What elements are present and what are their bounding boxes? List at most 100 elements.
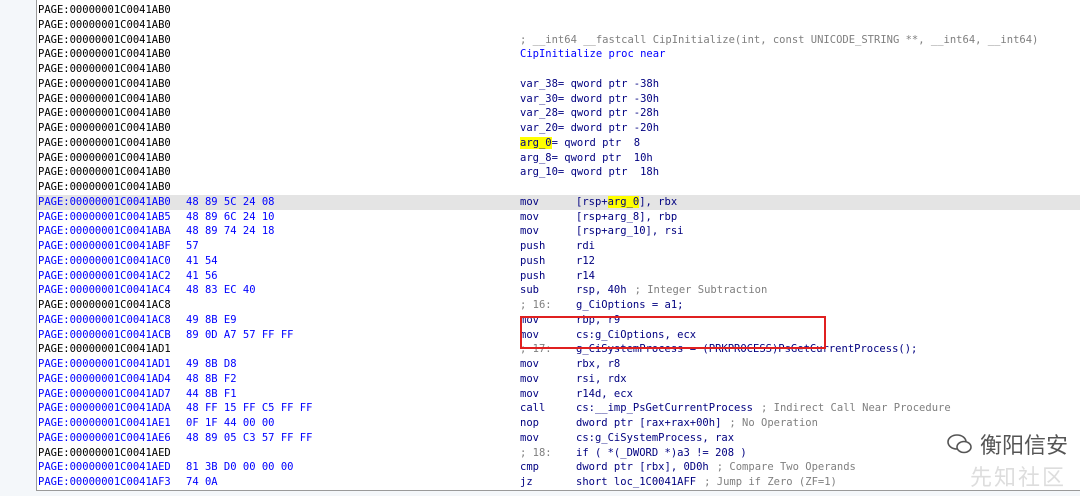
listing-row[interactable]: PAGE:00000001C0041AC8 ; 16: g_CiOptions = … <box>37 298 1080 313</box>
mnemonic: mov <box>520 387 539 400</box>
operand-text: r12 <box>576 254 595 267</box>
operand-text: dword ptr [rbx], 0D0h <box>576 461 709 474</box>
address: PAGE:00000001C0041AC2 <box>38 269 171 282</box>
comment: ; Integer Subtraction <box>634 284 768 297</box>
listing-row[interactable]: PAGE:00000001C0041AB0 var_30= dword ptr -… <box>37 92 1080 107</box>
operand-text: rbx, r8 <box>576 358 621 370</box>
listing-text: arg_0= qword ptr 8 <box>520 136 641 149</box>
operand: dword ptr [rbx], 0D0h ; Compare Two Opera… <box>576 460 856 475</box>
mnemonic: sub <box>520 284 539 297</box>
listing-row[interactable]: PAGE:00000001C0041AB0 CipInitialize proc … <box>37 47 1080 62</box>
address: PAGE:00000001C0041AED <box>38 461 171 474</box>
operand-text: r14d, ecx <box>576 387 633 400</box>
address: PAGE:00000001C0041AB0 <box>38 18 171 31</box>
listing-row[interactable]: PAGE:00000001C0041AC2 41 56 push r14 <box>37 269 1080 284</box>
listing-row[interactable]: PAGE:00000001C0041AD4 48 8B F2 mov rsi, rdx <box>37 372 1080 387</box>
listing-row[interactable]: PAGE:00000001C0041AC4 48 83 EC 40 sub rsp, … <box>37 283 1080 298</box>
opcode-bytes: 49 8B E9 <box>186 313 237 326</box>
address: PAGE:00000001C0041AD1 <box>38 358 171 370</box>
listing-row[interactable]: PAGE:00000001C0041AED 81 3B D0 00 00 00 cm… <box>37 460 1080 475</box>
opcode-bytes: 57 <box>186 240 199 252</box>
operand-text: cs:g_CiSystemProcess, rax <box>576 431 735 444</box>
opcode-bytes: 81 3B D0 00 00 00 <box>186 461 294 474</box>
operand-text: rsp, 40h <box>576 284 627 297</box>
wechat-icon <box>946 433 974 455</box>
address: PAGE:00000001C0041AE1 <box>38 417 171 429</box>
address: PAGE:00000001C0041AD1 <box>38 343 171 356</box>
listing-row[interactable]: PAGE:00000001C0041AB0 arg_10= qword ptr 1… <box>37 165 1080 180</box>
operand-text: [rsp+arg_10], rsi <box>576 225 684 238</box>
listing-row[interactable]: PAGE:00000001C0041AF3 74 0A jz short loc_1C… <box>37 475 1080 490</box>
listing-row[interactable]: PAGE:00000001C0041ABA 48 89 74 24 18 mov [r… <box>37 224 1080 239</box>
operand: r12 <box>576 254 595 269</box>
address: PAGE:00000001C0041AB0 <box>38 63 171 75</box>
comment: ; Compare Two Operands <box>716 461 856 474</box>
mnemonic: nop <box>520 417 539 429</box>
listing-row[interactable]: PAGE:00000001C0041AB0 ; __int64 __fastcal… <box>37 33 1080 48</box>
operand-text: short loc_1C0041AFF <box>576 476 697 488</box>
listing-row[interactable]: PAGE:00000001C0041AD1 49 8B D8 mov rbx, r8 <box>37 357 1080 372</box>
operand: g_CiOptions = a1; <box>576 298 683 313</box>
listing-row[interactable]: PAGE:00000001C0041AB0 var_38= qword ptr -… <box>37 77 1080 92</box>
listing-row[interactable]: PAGE:00000001C0041AB0 <box>37 62 1080 77</box>
operand: [rsp+arg_8], rbp <box>576 210 677 225</box>
operand: dword ptr [rax+rax+00h] ; No Operation <box>576 416 818 431</box>
listing-row[interactable]: PAGE:00000001C0041AB0 <box>37 180 1080 195</box>
listing-row[interactable]: PAGE:00000001C0041AB0 var_20= dword ptr -… <box>37 121 1080 136</box>
listing-text: arg_10= qword ptr 18h <box>520 166 660 179</box>
opcode-bytes: 48 89 6C 24 10 <box>186 210 275 223</box>
mnemonic: mov <box>520 195 539 208</box>
listing-row[interactable]: PAGE:00000001C0041ABF 57 push rdi <box>37 239 1080 254</box>
listing-row[interactable]: PAGE:00000001C0041AB0 <box>37 18 1080 33</box>
opcode-bytes: 48 FF 15 FF C5 FF FF <box>186 402 313 415</box>
listing-row[interactable]: PAGE:00000001C0041AD7 44 8B F1 mov r14d, ec… <box>37 387 1080 402</box>
listing-row[interactable]: PAGE:00000001C0041AB0 arg_0= qword ptr 8 <box>37 136 1080 151</box>
opcode-bytes: 41 54 <box>186 254 218 267</box>
address: PAGE:00000001C0041AB0 <box>38 4 171 16</box>
operand: [rsp+arg_10], rsi <box>576 224 683 239</box>
operand: cs:g_CiSystemProcess, rax <box>576 431 734 446</box>
comment: ; Indirect Call Near Procedure <box>761 402 951 415</box>
address: PAGE:00000001C0041AD4 <box>38 372 171 385</box>
listing-row[interactable]: PAGE:00000001C0041AB0 var_28= qword ptr -… <box>37 106 1080 121</box>
address: PAGE:00000001C0041AB0 <box>38 195 171 208</box>
address: PAGE:00000001C0041AB5 <box>38 210 171 223</box>
address: PAGE:00000001C0041ADA <box>38 402 171 415</box>
address: PAGE:00000001C0041AB0 <box>38 181 171 193</box>
address: PAGE:00000001C0041AB0 <box>38 92 171 105</box>
listing-text: ; 16: <box>520 299 552 311</box>
listing-row[interactable]: PAGE:00000001C0041AB0 <box>37 3 1080 18</box>
mnemonic: push <box>520 269 546 282</box>
listing-text: ; 18: <box>520 446 552 459</box>
disassembly-listing: PAGE:00000001C0041AB0 PAGE:00000001C0041A… <box>37 3 1080 490</box>
opcode-bytes: 0F 1F 44 00 00 <box>186 417 275 429</box>
listing-row[interactable]: PAGE:00000001C0041AE1 0F 1F 44 00 00 nop dw… <box>37 416 1080 431</box>
opcode-bytes: 48 89 5C 24 08 <box>186 195 275 208</box>
listing-row[interactable]: PAGE:00000001C0041AE6 48 89 05 C3 57 FF F… <box>37 431 1080 446</box>
operand-text: r14 <box>576 269 595 282</box>
address: PAGE:00000001C0041AF3 <box>38 476 171 488</box>
listing-row[interactable]: PAGE:00000001C0041AED ; 18: if ( *(_DWORD … <box>37 446 1080 461</box>
ida-disassembly-view[interactable]: PAGE:00000001C0041AB0 PAGE:00000001C0041A… <box>36 0 1080 491</box>
operand: rdi <box>576 239 595 254</box>
address: PAGE:00000001C0041AC8 <box>38 299 171 311</box>
operand-text: rsi, rdx <box>576 372 627 385</box>
address: PAGE:00000001C0041AC0 <box>38 254 171 267</box>
address: PAGE:00000001C0041ABA <box>38 225 171 238</box>
mnemonic: call <box>520 402 546 415</box>
operand: rsp, 40h ; Integer Subtraction <box>576 283 767 298</box>
operand: rbx, r8 <box>576 357 620 372</box>
opcode-bytes: 48 89 05 C3 57 FF FF <box>186 431 313 444</box>
listing-row[interactable]: PAGE:00000001C0041AB0 48 89 5C 24 08 mov [r… <box>37 194 1080 210</box>
listing-row[interactable]: PAGE:00000001C0041AB0 arg_8= qword ptr 10… <box>37 151 1080 166</box>
operand-text: dword ptr [rax+rax+00h] <box>576 417 722 429</box>
listing-row[interactable]: PAGE:00000001C0041AB5 48 89 6C 24 10 mov [r… <box>37 210 1080 225</box>
listing-row[interactable]: PAGE:00000001C0041ADA 48 FF 15 FF C5 FF F… <box>37 401 1080 416</box>
opcode-bytes: 48 83 EC 40 <box>186 284 256 297</box>
screenshot-background: PAGE:00000001C0041AB0 PAGE:00000001C0041A… <box>0 0 1080 496</box>
operand-text: if ( *(_DWORD *)a3 != 208 ) <box>576 446 747 459</box>
listing-row[interactable]: PAGE:00000001C0041AC0 41 54 push r12 <box>37 254 1080 269</box>
listing-text: var_20= dword ptr -20h <box>520 122 660 134</box>
opcode-bytes: 89 0D A7 57 FF FF <box>186 328 294 341</box>
mnemonic: mov <box>520 225 539 238</box>
